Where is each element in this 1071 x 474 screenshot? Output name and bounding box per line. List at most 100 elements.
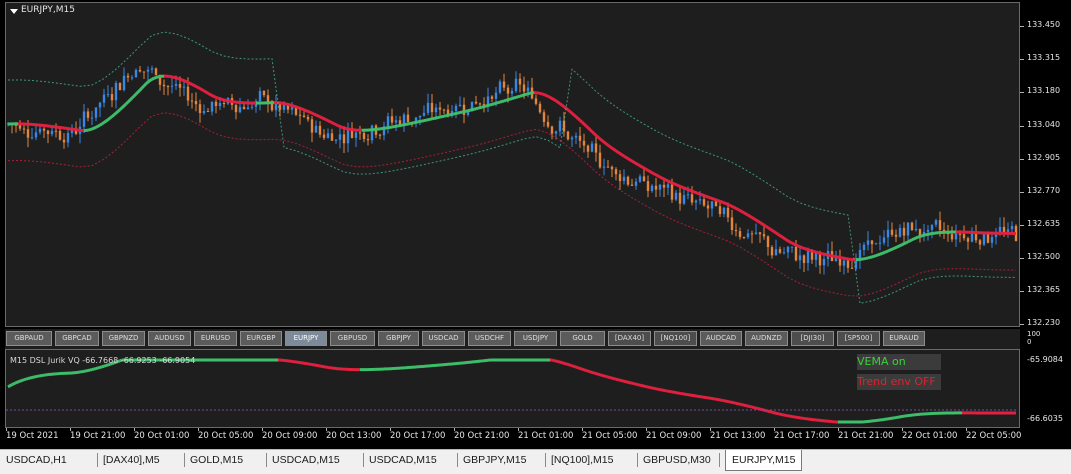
tab-eurjpym15[interactable]: EURJPY,M15 [725, 450, 802, 471]
candle-body [735, 230, 737, 231]
symbol-button-gbpaud[interactable]: GBPAUD [6, 331, 52, 346]
tab-usdcadm15[interactable]: USDCAD,M15 [272, 452, 340, 468]
candle [775, 240, 777, 256]
ma-line-segment [654, 174, 656, 175]
candle-body [303, 116, 305, 117]
symbol-button-dax40[interactable]: [DAX40] [608, 331, 651, 346]
candle [391, 109, 393, 125]
ma-line-segment [680, 186, 682, 187]
ma-line-segment [320, 117, 322, 118]
ma-line-segment [584, 124, 586, 126]
ma-line-segment [742, 212, 744, 213]
ma-line-segment [198, 87, 200, 88]
candle [355, 130, 357, 148]
indicator-line-segment [756, 408, 758, 409]
tab-gbpjpym15[interactable]: GBPJPY,M15 [463, 452, 526, 468]
symbol-button-eurgbp[interactable]: EURGBP [240, 331, 282, 346]
ma-line-segment [644, 168, 646, 169]
candle [503, 74, 505, 91]
price-tick-label: 132.635 [1027, 219, 1060, 228]
ma-line-segment [96, 126, 98, 127]
candle-body [91, 118, 93, 119]
candle-body [907, 223, 909, 236]
tab-usdcadh1[interactable]: USDCAD,H1 [6, 452, 67, 468]
tab-dax40m5[interactable]: [DAX40],M5 [103, 452, 160, 468]
candle-body [431, 103, 433, 112]
ma-line-segment [120, 108, 122, 110]
tab-usdcadm15[interactable]: USDCAD,M15 [369, 452, 437, 468]
indicator-line-segment [584, 370, 586, 371]
trend-env-button[interactable]: Trend env OFF [857, 374, 941, 390]
symbol-button-audnzd[interactable]: AUDNZD [745, 331, 788, 346]
vema-button[interactable]: VEMA on [857, 354, 941, 370]
symbol-button-eurusd[interactable]: EURUSD [194, 331, 237, 346]
time-tick-label: 21 Oct 21:00 [838, 431, 893, 441]
tab-gbpusdm30[interactable]: GBPUSD,M30 [643, 452, 711, 468]
symbol-button-gbpjpy[interactable]: GBPJPY [378, 331, 419, 346]
symbol-button-audcad[interactable]: AUDCAD [700, 331, 742, 346]
price-tick-mark [1020, 291, 1024, 292]
candle [915, 220, 917, 232]
tab-goldm15[interactable]: GOLD,M15 [190, 452, 243, 468]
candle [803, 254, 805, 272]
candle-body [651, 186, 653, 191]
envelope-line-lower [8, 113, 1016, 296]
candle [551, 126, 553, 140]
candle-body [283, 105, 285, 110]
ma-line-segment [736, 208, 738, 209]
candle [1007, 222, 1009, 237]
ma-line-segment [182, 80, 184, 81]
candle-body [387, 116, 389, 126]
candle-body [619, 174, 621, 181]
candle [383, 122, 385, 141]
ma-line-segment [600, 139, 602, 141]
symbol-button-dji30[interactable]: [DJI30] [791, 331, 834, 346]
symbol-button-usdcad[interactable]: USDCAD [422, 331, 465, 346]
ma-line-segment [332, 123, 334, 124]
candle [735, 223, 737, 236]
candle [319, 121, 321, 138]
ma-line-segment [114, 113, 116, 115]
candle-body [987, 234, 989, 242]
candle-body [595, 143, 597, 152]
ma-line-segment [134, 94, 136, 96]
candle [799, 246, 801, 269]
symbol-button-nq100[interactable]: [NQ100] [654, 331, 697, 346]
candle [823, 253, 825, 274]
candle-body [655, 186, 657, 190]
symbol-button-gbpnzd[interactable]: GBPNZD [102, 331, 145, 346]
ma-line-segment [102, 123, 104, 124]
candle-body [819, 253, 821, 265]
ma-line-segment [622, 155, 624, 156]
symbol-button-eurjpy[interactable]: EURJPY [285, 331, 327, 346]
time-tick-label: 20 Oct 01:00 [134, 431, 189, 441]
symbol-button-sp500[interactable]: [SP500] [837, 331, 880, 346]
indicator-line-segment [558, 362, 560, 363]
candle-body [631, 185, 633, 186]
candle-body [623, 177, 625, 181]
symbol-button-audusd[interactable]: AUDUSD [148, 331, 191, 346]
ma-line-segment [750, 216, 752, 217]
candle [63, 133, 65, 149]
candle [779, 247, 781, 254]
symbol-button-gold[interactable]: GOLD [560, 331, 605, 346]
candle-body [979, 240, 981, 244]
ma-line-segment [786, 240, 788, 241]
symbol-button-gbpcad[interactable]: GBPCAD [55, 331, 99, 346]
ma-line-segment [316, 115, 318, 116]
tab-nq100m15[interactable]: [NQ100],M15 [551, 452, 613, 468]
ma-line-segment [220, 99, 222, 100]
symbol-button-euraud[interactable]: EURAUD [883, 331, 925, 346]
symbol-button-gbpusd[interactable]: GBPUSD [330, 331, 375, 346]
candle-body [407, 115, 409, 122]
symbol-button-usdjpy[interactable]: USDJPY [514, 331, 557, 346]
dropdown-arrow-icon[interactable] [10, 9, 18, 14]
symbol-button-usdchf[interactable]: USDCHF [468, 331, 511, 346]
candle-body [587, 146, 589, 152]
ma-line-segment [494, 103, 496, 104]
candle [483, 97, 485, 112]
ma-line-segment [292, 106, 294, 107]
candle-body [635, 182, 637, 186]
candle-body [975, 233, 977, 240]
candle-body [795, 247, 797, 261]
